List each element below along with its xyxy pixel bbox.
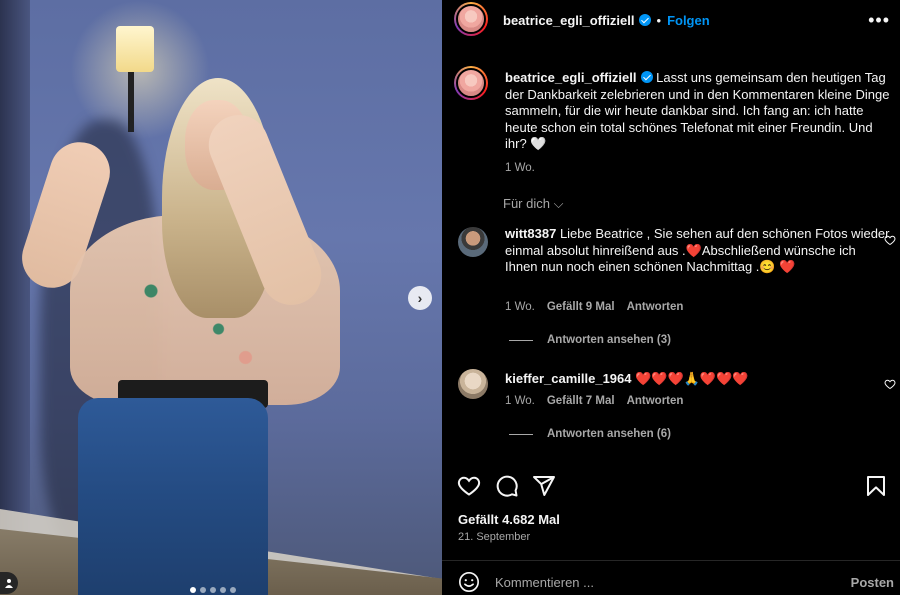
comment-reply-button[interactable]: Antworten [627, 395, 684, 407]
caption-time[interactable]: 1 Wo. [505, 160, 895, 177]
post-comment-button[interactable]: Posten [851, 575, 894, 590]
like-count[interactable]: Gefällt 4.682 Mal [458, 512, 560, 527]
comment-item: kieffer_camille_1964 ❤️❤️❤️🙏❤️❤️❤️ [505, 371, 890, 388]
replies-line [509, 339, 533, 341]
comment-like-heart-icon[interactable] [884, 234, 896, 246]
emoji-icon[interactable] [458, 571, 480, 593]
share-icon[interactable] [532, 474, 556, 498]
follow-button[interactable]: Folgen [667, 13, 710, 28]
replies-line [509, 433, 533, 435]
comment-username[interactable]: kieffer_camille_1964 [505, 371, 631, 386]
post-side-panel: beatrice_egli_offiziell • Folgen ••• beatr… [442, 0, 900, 595]
post-actions [442, 470, 900, 500]
heart-icon[interactable] [457, 474, 481, 498]
comment-likes[interactable]: Gefällt 7 Mal [547, 395, 615, 407]
post-header: beatrice_egli_offiziell • Folgen [503, 12, 710, 30]
carousel-dot [230, 587, 236, 593]
view-replies-button[interactable]: Antworten ansehen (6) [509, 428, 671, 440]
bookmark-icon[interactable] [864, 474, 888, 498]
comment-bar: Kommentieren ... Posten [442, 560, 900, 595]
comment-text: ❤️❤️❤️🙏❤️❤️❤️ [635, 371, 749, 386]
comment-text: Liebe Beatrice , Sie sehen auf den schön… [505, 226, 890, 274]
comment-like-heart-icon[interactable] [884, 378, 896, 390]
post-caption: beatrice_egli_offiziell Lasst uns gemein… [505, 70, 895, 176]
comment-meta: 1 Wo. Gefällt 9 Mal Antworten [505, 301, 683, 313]
next-icon[interactable]: › [408, 286, 432, 310]
commenter-avatar[interactable] [458, 227, 488, 257]
commenter-avatar[interactable] [458, 369, 488, 399]
photo-wall-lamp [116, 26, 154, 72]
comment-icon[interactable] [495, 474, 519, 498]
view-replies-button[interactable]: Antworten ansehen (3) [509, 334, 671, 346]
comment-reply-button[interactable]: Antworten [627, 301, 684, 313]
view-replies-label: Antworten ansehen (6) [547, 428, 671, 440]
post-date[interactable]: 21. September [458, 531, 530, 543]
header-separator: • [656, 13, 662, 28]
comment-meta: 1 Wo. Gefällt 7 Mal Antworten [505, 395, 683, 407]
comment-item: witt8387 Liebe Beatrice , Sie sehen auf … [505, 226, 890, 276]
more-icon[interactable]: ••• [868, 10, 890, 31]
carousel-dot [210, 587, 216, 593]
photo-wall-shadow [0, 0, 30, 595]
comment-input[interactable]: Kommentieren ... [495, 575, 594, 590]
author-username[interactable]: beatrice_egli_offiziell [503, 13, 635, 28]
carousel-dots [190, 587, 236, 593]
carousel-dot [190, 587, 196, 593]
verified-icon [638, 14, 651, 26]
comment-time[interactable]: 1 Wo. [505, 395, 535, 407]
comment-sort-dropdown[interactable]: Für dich ⌵ [503, 196, 563, 212]
comment-likes[interactable]: Gefällt 9 Mal [547, 301, 615, 313]
caption-username[interactable]: beatrice_egli_offiziell [505, 70, 637, 85]
carousel-dot [220, 587, 226, 593]
comment-time[interactable]: 1 Wo. [505, 301, 535, 313]
photo-lamp-arm [128, 72, 134, 132]
caption-avatar[interactable] [454, 66, 488, 100]
verified-icon [640, 71, 653, 83]
carousel-dot [200, 587, 206, 593]
comment-username[interactable]: witt8387 [505, 226, 556, 241]
view-replies-label: Antworten ansehen (3) [547, 334, 671, 346]
photo-jeans [78, 398, 268, 595]
author-avatar[interactable] [454, 2, 488, 36]
post-photo[interactable] [0, 0, 442, 595]
